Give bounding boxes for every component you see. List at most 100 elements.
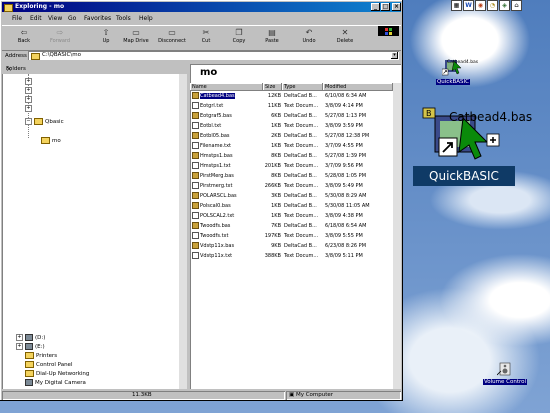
file-row[interactable]: Twoodfs.bas 7KB DeltaCad B... 6/18/08 6:54 … [190, 222, 395, 230]
svg-text:B: B [426, 109, 432, 118]
file-row[interactable]: Vdstp11x.txt 388KB Text Docum... 3/8/09 5:1… [190, 252, 395, 260]
bas-file-icon [192, 92, 199, 99]
bas-file-icon [192, 222, 199, 229]
folders-pane: Folders × + + + + − Qbasic mo + (D:) + (E:)… [2, 64, 187, 389]
file-modified: 5/30/08 11:05 AM [325, 203, 370, 209]
col-size[interactable]: Size [263, 83, 282, 91]
file-row[interactable]: Catbead4.bas 12KB DeltaCad B... 6/10/08 6:3… [190, 92, 395, 100]
menu-edit[interactable]: Edit [30, 15, 42, 22]
folders-scrollbar[interactable] [179, 74, 187, 389]
file-modified: 3/8/09 5:49 PM [325, 183, 363, 189]
quickbasic-shortcut-small[interactable]: Catbead4.bas QuickBASIC [433, 57, 478, 85]
control-panel-icon [25, 361, 34, 368]
tree-item-dialup[interactable]: Dial-Up Networking [25, 370, 89, 377]
back-button[interactable]: ⇦ Back [6, 28, 42, 48]
menu-tools[interactable]: Tools [116, 15, 131, 22]
menu-go[interactable]: Go [68, 15, 76, 22]
minimize-button[interactable]: _ [371, 3, 380, 11]
map-drive-button[interactable]: ▭ Map Drive [118, 28, 154, 48]
close-button[interactable]: × [392, 3, 401, 11]
file-modified: 3/8/09 5:55 PM [325, 233, 363, 239]
status-size: 11.3KB [132, 392, 152, 398]
tree-item-drive-e[interactable]: + (E:) [16, 343, 45, 350]
app-icon-1[interactable]: ▦ [451, 0, 462, 11]
file-row[interactable]: Eotbl.txt 1KB Text Docum... 3/8/09 3:59 PM [190, 122, 395, 130]
file-row[interactable]: Hmstps1.bas 8KB DeltaCad B... 5/27/08 1:39 … [190, 152, 395, 160]
file-row[interactable]: Filename.txt 1KB Text Docum... 3/7/09 4:55 … [190, 142, 395, 150]
folder-open-icon [34, 118, 43, 125]
file-size: 9KB [271, 243, 281, 249]
file-size: 3KB [271, 193, 281, 199]
text-file-icon [192, 142, 199, 149]
app-icon-5[interactable]: ◈ [499, 0, 510, 11]
copy-icon: ❐ [235, 28, 243, 37]
tree-expand-2[interactable]: + [25, 87, 34, 94]
delete-button[interactable]: ✕ Delete [327, 28, 363, 48]
volume-control-shortcut[interactable]: Volume Control [480, 361, 530, 385]
word-icon[interactable]: W [463, 0, 474, 11]
file-row[interactable]: POLARSCL.bas 3KB DeltaCad B... 5/30/08 8:29… [190, 192, 395, 200]
tree-item-mo[interactable]: mo [41, 137, 61, 144]
address-dropdown-button[interactable]: ▾ [391, 52, 398, 59]
file-row[interactable]: Polscal0.bas 1KB DeltaCad B... 5/30/08 11:0… [190, 202, 395, 210]
menu-favorites[interactable]: Favorites [84, 15, 111, 22]
tree-expand-4[interactable]: + [25, 105, 34, 112]
bas-file-icon [192, 192, 199, 199]
maximize-button[interactable]: □ [381, 3, 390, 11]
paste-icon: ▤ [268, 28, 276, 37]
app-icon-6[interactable]: ⌂ [511, 0, 522, 11]
file-row[interactable]: Vdstp11x.bas 9KB DeltaCad B... 6/23/08 8:26… [190, 242, 395, 250]
contents-scrollbar[interactable] [393, 83, 401, 389]
printer-folder-icon [25, 352, 34, 359]
paste-button[interactable]: ▤ Paste [254, 28, 290, 48]
tree-item-drive-d[interactable]: + (D:) [16, 334, 45, 341]
file-row[interactable]: POLSCAL2.txt 1KB Text Docum... 3/8/09 4:38 … [190, 212, 395, 220]
file-row[interactable]: PirstMerg.bas 8KB DeltaCad B... 5/28/08 1:0… [190, 172, 395, 180]
file-name: Twoodfs.bas [200, 223, 231, 229]
close-pane-icon[interactable]: × [6, 64, 184, 74]
menu-help[interactable]: Help [139, 15, 153, 22]
tree-item-control-panel[interactable]: Control Panel [25, 361, 72, 368]
file-row[interactable]: Eotgraf5.bas 6KB DeltaCad B... 5/27/08 1:13… [190, 112, 395, 120]
speaker-icon [496, 362, 511, 376]
address-field[interactable]: C:\QBASIC\mo ▾ [28, 51, 399, 60]
file-row[interactable]: Hmstps1.txt 201KB Text Docum... 3/7/09 9:56… [190, 162, 395, 170]
file-row[interactable]: Pirstmerg.txt 266KB Text Docum... 3/8/09 5:… [190, 182, 395, 190]
file-size: 388KB [264, 253, 281, 259]
col-name[interactable]: Name [190, 83, 263, 91]
tree-expand-3[interactable]: + [25, 96, 34, 103]
file-size: 266KB [264, 183, 281, 189]
map-drive-icon: ▭ [132, 28, 140, 37]
quickbasic-shortcut-large[interactable]: B Catbead4.bas QuickBASIC [405, 100, 545, 190]
status-size-panel: 11.3KB [2, 391, 285, 400]
text-file-icon [192, 122, 199, 129]
cut-button[interactable]: ✂ Cut [188, 28, 224, 48]
text-file-icon [192, 212, 199, 219]
folder-title: mo [200, 67, 218, 78]
copy-button[interactable]: ❐ Copy [221, 28, 257, 48]
menu-view[interactable]: View [48, 15, 62, 22]
file-row[interactable]: Eotgrl.txt 11KB Text Docum... 3/8/09 4:14 P… [190, 102, 395, 110]
file-name: Catbead4.bas [200, 93, 235, 99]
undo-button[interactable]: ↶ Undo [291, 28, 327, 48]
tree-item-printers[interactable]: Printers [25, 352, 57, 359]
file-type: DeltaCad B... [284, 203, 317, 209]
file-modified: 3/7/09 4:55 PM [325, 143, 363, 149]
forward-button[interactable]: ⇨ Forward [42, 28, 78, 48]
file-size: 2KB [271, 133, 281, 139]
col-type[interactable]: Type [282, 83, 323, 91]
file-size: 8KB [271, 153, 281, 159]
file-modified: 3/8/09 4:14 PM [325, 103, 363, 109]
app-icon-3[interactable]: ◉ [475, 0, 486, 11]
tree-item-camera[interactable]: My Digital Camera [25, 379, 86, 386]
app-icon-4[interactable]: ◔ [487, 0, 498, 11]
col-modified[interactable]: Modified [323, 83, 393, 91]
tree-expand-1[interactable]: + [25, 78, 34, 85]
text-file-icon [192, 182, 199, 189]
file-row[interactable]: Twoodfs.txt 197KB Text Docum... 3/8/09 5:55… [190, 232, 395, 240]
tree-item-qbasic[interactable]: − Qbasic [25, 118, 64, 125]
file-name: POLSCAL2.txt [200, 213, 235, 219]
disconnect-button[interactable]: ▭ Disconnect [154, 28, 190, 48]
menu-file[interactable]: File [12, 15, 22, 22]
file-row[interactable]: Eotbl05.bas 2KB DeltaCad B... 5/27/08 12:38… [190, 132, 395, 140]
